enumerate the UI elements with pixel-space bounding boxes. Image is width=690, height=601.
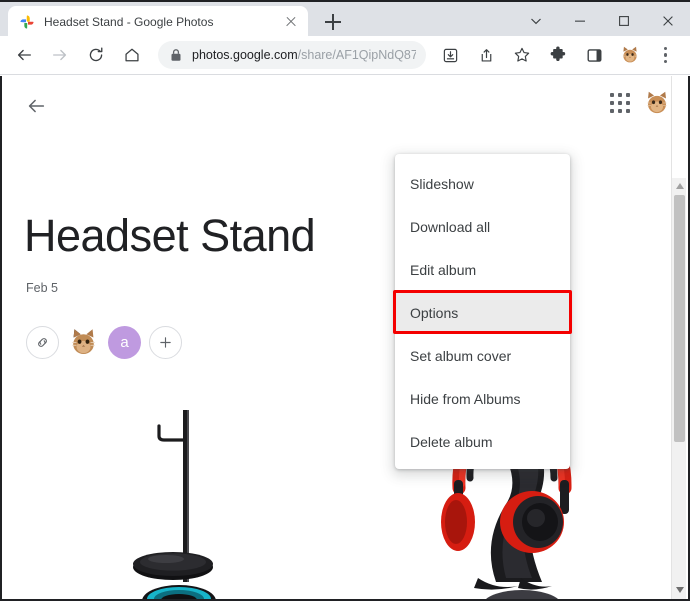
cat-avatar-image: [619, 44, 641, 66]
close-icon[interactable]: [646, 4, 690, 38]
install-app-icon[interactable]: [436, 41, 464, 69]
menu-item-label: Options: [410, 304, 459, 321]
window-controls: [514, 4, 690, 38]
page-title: Headset Stand: [24, 210, 316, 261]
page-scrollbar[interactable]: [671, 76, 687, 599]
scrollbar-thumb[interactable]: [674, 195, 685, 442]
google-apps-grid-icon[interactable]: [610, 93, 630, 113]
add-people-chip[interactable]: [149, 326, 182, 359]
menu-item-label: Hide from Albums: [410, 390, 521, 407]
album-date: Feb 5: [26, 281, 58, 295]
google-photos-pinwheel-icon: [19, 14, 35, 30]
menu-item-label: Download all: [410, 218, 491, 235]
menu-item-options[interactable]: Options: [395, 291, 570, 334]
reload-icon[interactable]: [82, 41, 110, 69]
album-options-menu: Slideshow Download all Edit album Option…: [395, 154, 570, 469]
share-icon[interactable]: [472, 41, 500, 69]
menu-item-label: Set album cover: [410, 347, 512, 364]
chevron-down-icon[interactable]: [514, 4, 558, 38]
close-icon[interactable]: [282, 13, 300, 31]
url-text: photos.google.com/share/AF1QipNdQ87dafvw…: [192, 48, 416, 62]
album-people-row: a: [26, 326, 182, 359]
forward-icon[interactable]: [46, 41, 74, 69]
browser-window: Headset Stand - Google Photos photos.goo…: [0, 0, 690, 601]
home-icon[interactable]: [118, 41, 146, 69]
cat-avatar-image: [67, 326, 100, 359]
page-header-actions: [610, 88, 672, 118]
maximize-icon[interactable]: [602, 4, 646, 38]
minimize-icon[interactable]: [558, 4, 602, 38]
url-domain: photos.google.com: [192, 48, 298, 62]
member-letter: a: [120, 334, 129, 351]
menu-item-label: Slideshow: [410, 175, 474, 192]
bookmark-star-icon[interactable]: [508, 41, 536, 69]
profile-avatar[interactable]: [616, 41, 644, 69]
menu-item-download-all[interactable]: Download all: [395, 205, 570, 248]
back-icon[interactable]: [10, 41, 38, 69]
browser-toolbar: photos.google.com/share/AF1QipNdQ87dafvw…: [0, 36, 690, 75]
tab-strip: Headset Stand - Google Photos: [0, 0, 690, 38]
extensions-puzzle-icon[interactable]: [544, 41, 572, 69]
page-viewport: Headset Stand Feb 5 a Slideshow Download…: [0, 76, 690, 601]
side-panel-icon[interactable]: [580, 41, 608, 69]
chrome-menu-icon[interactable]: [652, 41, 680, 69]
plus-icon: [160, 337, 171, 348]
photo-grid: [2, 392, 688, 599]
menu-item-label: Delete album: [410, 433, 493, 450]
account-avatar[interactable]: [642, 88, 672, 118]
member-avatar-chip[interactable]: [67, 326, 100, 359]
browser-tab[interactable]: Headset Stand - Google Photos: [8, 6, 308, 38]
new-tab-button[interactable]: [320, 9, 346, 35]
share-link-chip[interactable]: [26, 326, 59, 359]
link-icon: [38, 338, 47, 347]
tab-title: Headset Stand - Google Photos: [44, 15, 214, 29]
scroll-up-arrow-icon[interactable]: [672, 178, 687, 193]
photo-headset-stand-pole[interactable]: [4, 392, 343, 599]
address-bar[interactable]: photos.google.com/share/AF1QipNdQ87dafvw…: [158, 41, 426, 69]
menu-item-edit-album[interactable]: Edit album: [395, 248, 570, 291]
menu-item-delete-album[interactable]: Delete album: [395, 420, 570, 463]
url-path: /share/AF1QipNdQ87dafvwVUSG72...: [297, 48, 416, 62]
kebab-dots: [664, 46, 668, 64]
page-back-button[interactable]: [18, 88, 54, 124]
scroll-down-arrow-icon[interactable]: [672, 582, 687, 597]
member-letter-chip[interactable]: a: [108, 326, 141, 359]
scrollbar-track-top[interactable]: [672, 76, 687, 178]
menu-item-slideshow[interactable]: Slideshow: [395, 162, 570, 205]
menu-item-set-album-cover[interactable]: Set album cover: [395, 334, 570, 377]
menu-item-label: Edit album: [410, 261, 477, 278]
menu-item-hide-from-albums[interactable]: Hide from Albums: [395, 377, 570, 420]
lock-icon: [170, 48, 182, 62]
